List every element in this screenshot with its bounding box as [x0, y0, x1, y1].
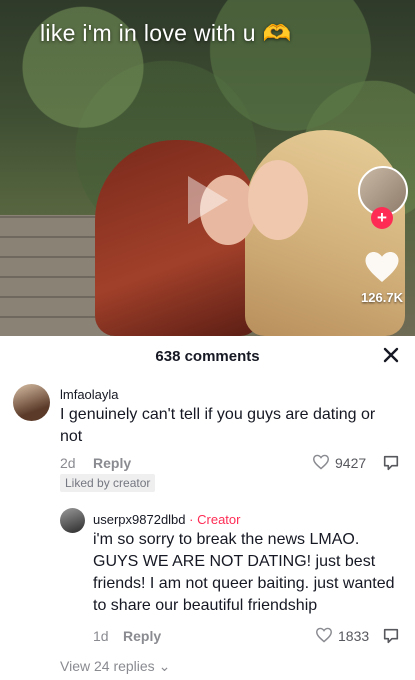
video-caption: like i'm in love with u 🫶 [40, 20, 292, 46]
avatar[interactable] [60, 508, 85, 533]
comment-age: 2d [60, 455, 76, 471]
comment-username[interactable]: lmfaolayla [60, 387, 119, 402]
separator-dot: · [189, 512, 194, 527]
heart-outline-icon[interactable] [312, 454, 330, 470]
reply-button[interactable]: Reply [93, 455, 131, 471]
heart-outline-icon[interactable] [315, 627, 333, 643]
close-icon[interactable] [380, 344, 402, 366]
reply-text: i'm so sorry to break the news LMAO. GUY… [93, 531, 395, 614]
avatar[interactable] [13, 384, 50, 421]
liked-by-creator-badge: Liked by creator [60, 474, 156, 492]
reply-like-count: 1833 [338, 628, 370, 644]
reply-button[interactable]: Reply [123, 628, 161, 644]
reply-username[interactable]: userpx9872dlbd [93, 512, 186, 527]
reply-header: userpx9872dlbd · Creator [93, 512, 240, 527]
comments-title: 638 comments [155, 348, 260, 365]
reply-icon[interactable] [382, 454, 400, 472]
face-right [248, 160, 308, 240]
comment-text: I genuinely can't tell if you guys are d… [60, 406, 376, 445]
comments-sheet: 638 comments lmfaolayla I genuinely can'… [0, 336, 415, 680]
view-replies-link[interactable]: View 24 replies ⌄ [60, 658, 170, 675]
chevron-down-icon: ⌄ [158, 658, 171, 674]
follow-plus-icon[interactable]: + [371, 207, 393, 229]
comment-like-count: 9427 [335, 455, 367, 471]
reply-icon[interactable] [382, 627, 400, 645]
play-icon[interactable] [188, 176, 228, 224]
brick-wall [0, 215, 110, 336]
creator-tag: Creator [197, 512, 241, 527]
reply-age: 1d [93, 628, 109, 644]
video-player[interactable]: like i'm in love with u 🫶 + 126.7K [0, 0, 415, 336]
video-like-count: 126.7K [361, 290, 403, 305]
heart-icon[interactable] [364, 250, 400, 284]
view-replies-label: View 24 replies [60, 658, 155, 674]
